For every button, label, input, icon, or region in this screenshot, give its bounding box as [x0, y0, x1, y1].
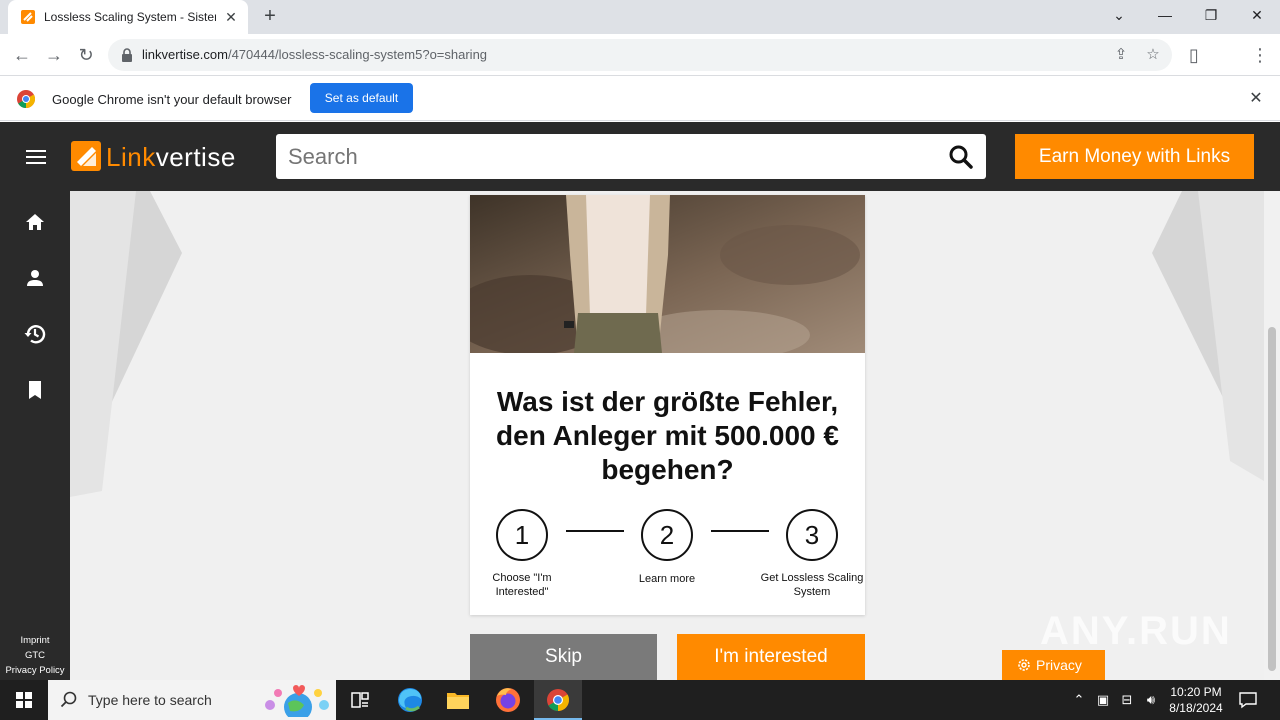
skip-button[interactable]: Skip — [470, 634, 657, 680]
side-nav: Imprint GTC Privacy Policy — [0, 191, 70, 680]
set-as-default-button[interactable]: Set as default — [310, 83, 413, 113]
tray-device-icon[interactable]: ▣ — [1094, 691, 1112, 709]
linkvertise-logo-icon — [71, 141, 101, 171]
clock-time: 10:20 PM — [1170, 685, 1222, 699]
taskbar-search-placeholder: Type here to search — [88, 692, 212, 708]
windows-start-icon[interactable] — [0, 680, 48, 720]
back-icon[interactable]: ← — [10, 43, 34, 67]
scrollbar-thumb[interactable] — [1268, 327, 1276, 671]
user-icon[interactable] — [23, 266, 47, 290]
brand-text: Linkvertise — [106, 142, 236, 173]
home-icon[interactable] — [23, 210, 47, 234]
search-icon — [60, 691, 77, 708]
menu-kebab-icon[interactable]: ⋮ — [1248, 43, 1272, 67]
gtc-link[interactable]: GTC — [0, 650, 70, 661]
side-panel-icon[interactable]: ▯ — [1182, 43, 1206, 67]
default-browser-infobar: Google Chrome isn't your default browser… — [0, 77, 1280, 121]
task-view-icon[interactable] — [336, 680, 384, 720]
imprint-link[interactable]: Imprint — [0, 635, 70, 646]
tab-strip: Lossless Scaling System - Sistem ✕ + ⌄ —… — [0, 0, 1280, 34]
site-search-input[interactable] — [276, 134, 936, 179]
earn-money-button[interactable]: Earn Money with Links — [1015, 134, 1254, 179]
offer-headline: Was ist der größte Fehler, den Anleger m… — [496, 386, 839, 485]
tab-search-icon[interactable]: ⌄ — [1106, 4, 1132, 26]
close-window-icon[interactable]: ✕ — [1244, 4, 1270, 26]
address-bar[interactable]: linkvertise.com/470444/lossless-scaling-… — [108, 39, 1172, 71]
volume-icon[interactable]: 🔊︎ — [1142, 691, 1160, 709]
im-interested-button[interactable]: I'm interested — [677, 634, 865, 680]
step-1-circle: 1 — [496, 509, 548, 561]
step-connector — [566, 530, 624, 532]
offer-photo[interactable] — [470, 195, 865, 353]
notifications-icon[interactable] — [1238, 690, 1258, 710]
site-header: Linkvertise Earn Money with Links — [0, 122, 1280, 191]
chrome-logo-icon — [17, 90, 35, 108]
tab-title: Lossless Scaling System - Sistem — [44, 10, 216, 24]
bookmark-star-icon[interactable]: ☆ — [1144, 46, 1162, 64]
linkvertise-favicon-icon — [21, 10, 35, 24]
main-content: Was ist der größte Fehler, den Anleger m… — [70, 191, 1264, 680]
firefox-icon[interactable] — [484, 680, 532, 720]
privacy-button[interactable]: Privacy — [1002, 650, 1105, 680]
clock-date: 8/18/2024 — [1169, 701, 1223, 715]
chrome-taskbar-button[interactable] — [534, 680, 582, 720]
anyrun-watermark: ANY.RUN — [1040, 609, 1232, 653]
chrome-icon — [547, 689, 569, 711]
step-3-circle: 3 — [786, 509, 838, 561]
step-3-label: Get Lossless Scaling System — [760, 572, 864, 598]
restore-icon[interactable]: ❐ — [1198, 4, 1224, 26]
infobar-message: Google Chrome isn't your default browser — [52, 92, 292, 107]
lock-icon — [122, 48, 132, 62]
brand-text-white: vertise — [155, 142, 236, 172]
infobar-close-icon[interactable]: ✕ — [1246, 89, 1266, 109]
windows-taskbar: Type here to search ⌃ ▣ ⊟ 🔊︎ 10:20 PM 8/… — [0, 680, 1280, 720]
step-connector — [711, 530, 769, 532]
history-icon[interactable] — [23, 322, 47, 346]
taskbar-clock[interactable]: 10:20 PM 8/18/2024 — [1160, 684, 1232, 716]
network-icon[interactable]: ⊟ — [1118, 691, 1136, 709]
gear-icon — [1018, 659, 1030, 671]
minimize-icon[interactable]: — — [1152, 4, 1178, 26]
privacy-policy-link[interactable]: Privacy Policy — [0, 665, 70, 676]
edge-icon[interactable] — [386, 680, 434, 720]
bookmark-icon[interactable] — [23, 378, 47, 402]
brand-text-orange: Link — [106, 142, 156, 172]
page-scrollbar[interactable] — [1264, 191, 1280, 680]
file-explorer-icon[interactable] — [434, 680, 482, 720]
hamburger-menu-icon[interactable] — [26, 150, 46, 164]
step-2-label: Learn more — [638, 573, 696, 585]
new-tab-button[interactable]: + — [258, 5, 282, 29]
search-icon[interactable] — [948, 144, 974, 170]
url-text: linkvertise.com/470444/lossless-scaling-… — [142, 47, 487, 62]
offer-card: Was ist der größte Fehler, den Anleger m… — [470, 195, 865, 615]
tray-chevron-icon[interactable]: ⌃ — [1070, 691, 1088, 709]
browser-tab[interactable]: Lossless Scaling System - Sistem ✕ — [8, 0, 248, 34]
taskbar-search[interactable]: Type here to search — [48, 680, 336, 720]
reload-icon[interactable]: ↻ — [74, 43, 98, 67]
search-highlight-globe-icon — [265, 685, 329, 717]
share-icon[interactable]: ⇪ — [1112, 46, 1130, 64]
browser-toolbar: ← → ↻ linkvertise.com/470444/lossless-sc… — [0, 34, 1280, 98]
site-search — [276, 134, 986, 179]
tab-close-icon[interactable]: ✕ — [222, 8, 240, 26]
url-path: /470444/lossless-scaling-system5?o=shari… — [227, 47, 488, 62]
step-2-circle: 2 — [641, 509, 693, 561]
url-domain: linkvertise.com — [142, 47, 228, 62]
forward-icon[interactable]: → — [42, 43, 66, 67]
privacy-label: Privacy — [1036, 657, 1082, 673]
step-1-label: Choose "I'm Interested" — [492, 572, 552, 598]
